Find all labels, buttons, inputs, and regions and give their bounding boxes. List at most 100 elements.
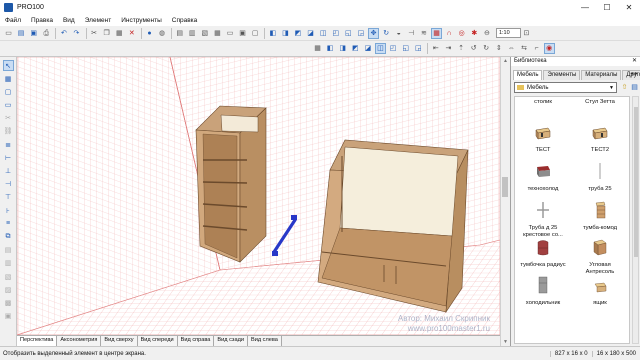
library-close-icon[interactable]: ✕ — [632, 57, 637, 66]
viewport-scrollbar[interactable]: ▲ ▼ — [500, 57, 509, 346]
dims-icon[interactable]: ▭ — [225, 28, 236, 39]
panel-tool-icon[interactable]: ▭ — [3, 100, 14, 111]
tab-furniture[interactable]: Мебель — [513, 70, 543, 80]
corner-icon[interactable]: ⌐ — [531, 43, 542, 54]
library-item[interactable]: Труба д 25 крестовое со... — [519, 200, 567, 239]
align-top-icon[interactable]: ⊤ — [3, 192, 14, 203]
tab-scroll-arrows[interactable]: ◂ ▸ — [630, 70, 638, 77]
minimize-button[interactable]: — — [574, 0, 596, 15]
tab-axonometry[interactable]: Аксонометрия — [57, 336, 102, 346]
library-item[interactable]: технохолод — [519, 161, 567, 193]
shade-icon[interactable]: ◪ — [305, 28, 316, 39]
texture-icon[interactable]: ◫ — [318, 28, 329, 39]
save-icon[interactable]: ▣ — [28, 28, 39, 39]
view-box-3-icon[interactable]: ◩ — [350, 43, 361, 54]
box-tool-icon[interactable]: ▢ — [3, 86, 14, 97]
mirror-icon[interactable]: ⇆ — [519, 43, 530, 54]
view-box-7-icon[interactable]: ◱ — [400, 43, 411, 54]
wire-icon[interactable]: ◩ — [292, 28, 303, 39]
zoom-out-icon[interactable]: ⊖ — [481, 28, 492, 39]
box-icon[interactable]: ◧ — [267, 28, 278, 39]
align-grid-icon[interactable]: ▦ — [312, 43, 323, 54]
dim-tool-6-icon[interactable]: ▣ — [3, 311, 14, 322]
3d-viewport[interactable]: Автор: Михаил Скрипник www.pro100master1… — [17, 57, 500, 335]
scroll-thumb[interactable] — [502, 177, 508, 197]
library-scrollbar[interactable] — [632, 96, 639, 344]
flip-h-icon[interactable]: ⇔ — [506, 43, 517, 54]
library-item[interactable]: труба 25 — [576, 161, 624, 193]
tab-back-view[interactable]: Вид сзади — [214, 336, 248, 346]
render-icon[interactable]: ● — [144, 28, 155, 39]
move-up-icon[interactable]: ⇡ — [456, 43, 467, 54]
settings-icon[interactable]: ✱ — [469, 28, 480, 39]
library-item[interactable]: ящик — [576, 275, 624, 307]
align-left-icon[interactable]: ⊢ — [3, 152, 14, 163]
group-icon[interactable]: ▣ — [237, 28, 248, 39]
align-center-icon[interactable]: ⊥ — [3, 166, 14, 177]
copy-icon[interactable]: ❐ — [101, 28, 112, 39]
dim-tool-1-icon[interactable]: ▤ — [3, 245, 14, 256]
library-item[interactable]: Угловая Антресоль — [576, 237, 624, 276]
zoom-fit-icon[interactable]: ⊡ — [521, 28, 532, 39]
library-item[interactable]: холодильник — [519, 275, 567, 307]
menu-edit[interactable]: Правка — [26, 17, 58, 24]
tab-front-view[interactable]: Вид спереди — [137, 336, 178, 346]
transparent-icon[interactable]: ◱ — [343, 28, 354, 39]
view-box-6-icon[interactable]: ◰ — [388, 43, 399, 54]
view-box-1-icon[interactable]: ◧ — [325, 43, 336, 54]
view-box-8-icon[interactable]: ◲ — [413, 43, 424, 54]
rotate-ccw-icon[interactable]: ↺ — [468, 43, 479, 54]
move-left-icon[interactable]: ⇤ — [430, 43, 441, 54]
tab-perspective[interactable]: Перспектива — [17, 336, 58, 346]
ruler-icon[interactable]: ≋ — [418, 28, 429, 39]
view-mode-icon[interactable]: ▤ — [630, 83, 639, 92]
paste-icon[interactable]: ▦ — [114, 28, 125, 39]
view-box-5-icon[interactable]: ◫ — [374, 43, 386, 54]
library-scroll-thumb[interactable] — [634, 107, 638, 257]
view-box-2-icon[interactable]: ◨ — [337, 43, 348, 54]
measure-icon[interactable]: ⊣ — [406, 28, 417, 39]
library-item[interactable]: ТЕСТ2 — [576, 122, 624, 154]
link-tool-icon[interactable]: ⛓ — [3, 126, 14, 137]
library-item[interactable]: Стул Зетта — [576, 99, 624, 106]
magnet-icon[interactable]: ∩ — [444, 28, 455, 39]
menu-view[interactable]: Вид — [58, 17, 80, 24]
menu-file[interactable]: Файл — [0, 17, 26, 24]
library-item[interactable]: тумбочка радиус — [519, 237, 567, 269]
view-box-4-icon[interactable]: ◪ — [362, 43, 373, 54]
shadow-icon[interactable]: ◒ — [393, 28, 404, 39]
dim-tool-5-icon[interactable]: ▩ — [3, 297, 14, 308]
price-icon[interactable]: ▧ — [199, 28, 210, 39]
target-icon[interactable]: ◎ — [456, 28, 467, 39]
snap-icon[interactable]: ✥ — [368, 27, 380, 39]
align-right-icon[interactable]: ⊣ — [3, 179, 14, 190]
table-icon[interactable]: ▦ — [212, 28, 223, 39]
tab-top-view[interactable]: Вид сверху — [101, 336, 138, 346]
library-item[interactable]: столик — [519, 99, 567, 106]
menu-element[interactable]: Элемент — [80, 17, 117, 24]
redo-icon[interactable]: ↷ — [71, 28, 82, 39]
grid-icon[interactable]: ▦ — [431, 27, 442, 39]
menu-tools[interactable]: Инструменты — [116, 17, 167, 24]
cut-icon[interactable]: ✂ — [89, 28, 100, 39]
ungroup-icon[interactable]: ▢ — [250, 28, 261, 39]
open-folder-icon[interactable]: ▤ — [16, 28, 27, 39]
light-icon[interactable]: ◲ — [355, 28, 366, 39]
undo-icon[interactable]: ↶ — [58, 28, 69, 39]
menu-help[interactable]: Справка — [167, 17, 203, 24]
hatch-tool-icon[interactable]: ▦ — [3, 73, 14, 84]
stack-icon[interactable]: ⧉ — [3, 231, 14, 242]
center-view-icon[interactable]: ◉ — [543, 43, 555, 54]
zoom-field[interactable]: 1:10 — [495, 28, 521, 38]
cut-tool-icon[interactable]: ✂ — [3, 113, 14, 124]
tab-right-view[interactable]: Вид справа — [177, 336, 215, 346]
library-item[interactable]: тумба-комод — [576, 200, 624, 232]
rotate-view-icon[interactable]: ↻ — [381, 28, 392, 39]
select-tool-icon[interactable]: ↖ — [2, 60, 14, 71]
rotate-cw-icon[interactable]: ↻ — [481, 43, 492, 54]
tab-materials[interactable]: Материалы — [581, 70, 622, 80]
maximize-button[interactable]: ☐ — [596, 0, 618, 15]
align-bottom-icon[interactable]: ⊦ — [3, 205, 14, 216]
move-right-icon[interactable]: ⇥ — [443, 43, 454, 54]
flip-v-icon[interactable]: ⇕ — [493, 43, 504, 54]
